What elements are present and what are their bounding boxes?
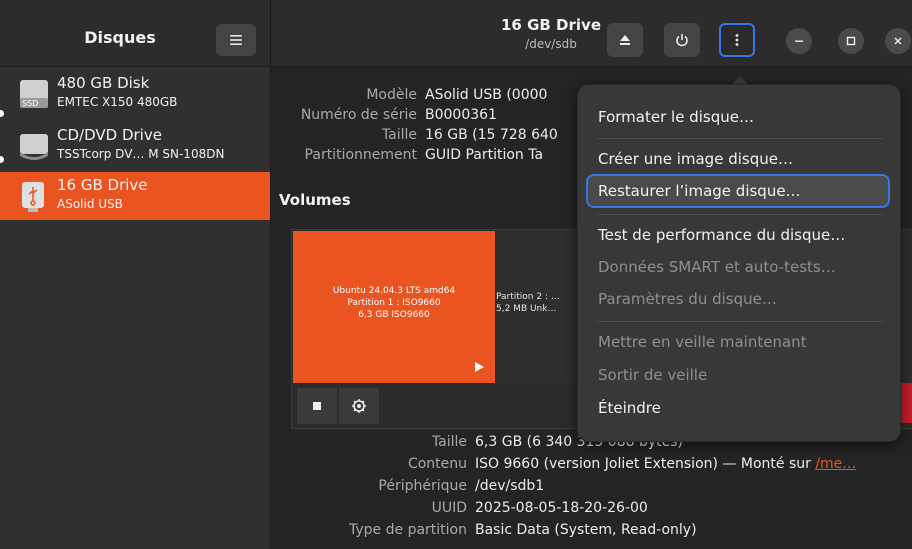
menu-separator	[598, 321, 882, 322]
maximize-button[interactable]	[838, 28, 864, 54]
info-row-model: Modèle ASolid USB (0000	[271, 87, 547, 107]
unmount-button[interactable]	[297, 388, 337, 424]
partition-2-label: Partition 2 : … 5,2 MB Unk…	[496, 291, 560, 315]
power-icon	[676, 34, 688, 47]
drive-options-button[interactable]	[719, 23, 755, 57]
menu-item-power-off[interactable]: Éteindre	[588, 393, 888, 423]
minimize-icon	[795, 40, 803, 42]
drive-name: CD/DVD Drive	[57, 126, 162, 144]
detail-key: Contenu	[407, 456, 467, 472]
eject-icon	[620, 35, 630, 45]
detail-row-content: Contenu ISO 9660 (version Joliet Extensi…	[271, 456, 856, 476]
menu-item-format-disk[interactable]: Formater le disque…	[588, 102, 888, 132]
sidebar-item-16gb-drive[interactable]: 16 GB Drive ASolid USB	[0, 172, 270, 220]
sidebar-header: Disques	[0, 0, 270, 67]
ssd-icon: SSD	[20, 80, 48, 108]
detail-key: Périphérique	[378, 478, 467, 494]
close-button[interactable]	[885, 28, 911, 54]
stop-icon	[313, 402, 321, 410]
app-title: Disques	[84, 28, 156, 47]
info-key: Modèle	[366, 87, 417, 103]
detail-row-partition-type: Type de partition Basic Data (System, Re…	[271, 522, 697, 542]
detail-key: Taille	[431, 434, 467, 450]
partition-options-button[interactable]	[339, 388, 379, 424]
info-key: Partitionnement	[304, 147, 417, 163]
info-key: Taille	[381, 127, 417, 143]
menu-item-benchmark-disk[interactable]: Test de performance du disque…	[588, 220, 888, 250]
power-off-button[interactable]	[664, 23, 700, 57]
usb-drive-icon	[22, 182, 44, 212]
detail-value-text: ISO 9660 (version Joliet Extension) — Mo…	[475, 456, 816, 472]
detail-row-size: Taille 6,3 GB (6 340 313 088 bytes)	[271, 434, 683, 454]
detail-key: UUID	[431, 500, 467, 516]
info-value: B0000361	[425, 107, 497, 123]
partition-label-line: 6,3 GB ISO9660	[358, 310, 430, 320]
detail-value: 2025-08-05-18-20-26-00	[475, 500, 648, 516]
info-key: Numéro de série	[300, 107, 417, 123]
svg-text:SSD: SSD	[22, 99, 38, 108]
info-value: 16 GB (15 728 640	[425, 127, 558, 143]
drive-name: 480 GB Disk	[57, 74, 150, 92]
menu-item-disk-settings[interactable]: Paramètres du disque…	[588, 284, 888, 314]
drive-model: TSSTcorp DV… M SN-108DN	[57, 147, 225, 161]
detail-value: Basic Data (System, Read-only)	[475, 522, 697, 538]
drive-options-menu: Formater le disque… Créer une image disq…	[577, 84, 901, 442]
info-row-partitioning: Partitionnement GUID Partition Ta	[271, 147, 544, 167]
volumes-heading: Volumes	[279, 191, 351, 209]
partition-label-line: Ubuntu 24.04.3 LTS amd64	[332, 286, 456, 296]
menu-item-wake-up[interactable]: Sortir de veille	[588, 360, 888, 390]
disks-window: Disques SSD 480 GB Disk EMTEC X150 480GB	[0, 0, 912, 549]
sidebar-item-480gb-disk[interactable]: SSD 480 GB Disk EMTEC X150 480GB	[0, 70, 270, 118]
drive-model: ASolid USB	[57, 197, 123, 211]
menu-separator	[598, 138, 882, 139]
menu-item-standby-now[interactable]: Mettre en veille maintenant	[588, 327, 888, 357]
info-value: GUID Partition Ta	[425, 147, 544, 163]
menu-item-restore-disk-image[interactable]: Restaurer l’image disque…	[586, 174, 890, 208]
close-icon	[894, 37, 902, 45]
info-row-size: Taille 16 GB (15 728 640	[271, 127, 558, 147]
drive-name: 16 GB Drive	[57, 176, 148, 194]
main-menu-button[interactable]	[216, 24, 256, 56]
maximize-icon	[846, 36, 856, 46]
gear-icon	[352, 399, 366, 413]
menu-separator	[598, 214, 882, 215]
optical-drive-icon	[20, 134, 48, 160]
kebab-menu-icon	[735, 34, 739, 46]
sidebar-item-cd-dvd-drive[interactable]: CD/DVD Drive TSSTcorp DV… M SN-108DN	[0, 122, 270, 170]
partition-label-line: Partition 2 : …	[496, 292, 560, 302]
header-bar: 16 GB Drive /dev/sdb	[271, 0, 912, 67]
drive-model: EMTEC X150 480GB	[57, 95, 178, 109]
sidebar: Disques SSD 480 GB Disk EMTEC X150 480GB	[0, 0, 271, 549]
menu-item-create-disk-image[interactable]: Créer une image disque…	[588, 144, 888, 174]
info-row-serial: Numéro de série B0000361	[271, 107, 497, 127]
info-value: ASolid USB (0000	[425, 87, 548, 103]
menu-item-smart-data[interactable]: Données SMART et auto-tests…	[588, 252, 888, 282]
minimize-button[interactable]	[786, 28, 812, 54]
eject-button[interactable]	[607, 23, 643, 57]
partition-1-label: Ubuntu 24.04.3 LTS amd64 Partition 1 : I…	[293, 285, 495, 321]
mounted-play-icon	[475, 362, 484, 372]
partition-label-line: Partition 1 : ISO9660	[347, 298, 441, 308]
partition-1[interactable]: Ubuntu 24.04.3 LTS amd64 Partition 1 : I…	[293, 231, 495, 383]
partition-label-line: 5,2 MB Unk…	[496, 304, 557, 314]
hamburger-icon	[230, 35, 242, 45]
detail-row-uuid: UUID 2025-08-05-18-20-26-00	[271, 500, 648, 520]
detail-value: ISO 9660 (version Joliet Extension) — Mo…	[475, 456, 856, 472]
mount-point-link[interactable]: /me…	[815, 456, 856, 472]
detail-row-device: Périphérique /dev/sdb1	[271, 478, 544, 498]
detail-value: /dev/sdb1	[475, 478, 545, 494]
detail-key: Type de partition	[349, 522, 467, 538]
